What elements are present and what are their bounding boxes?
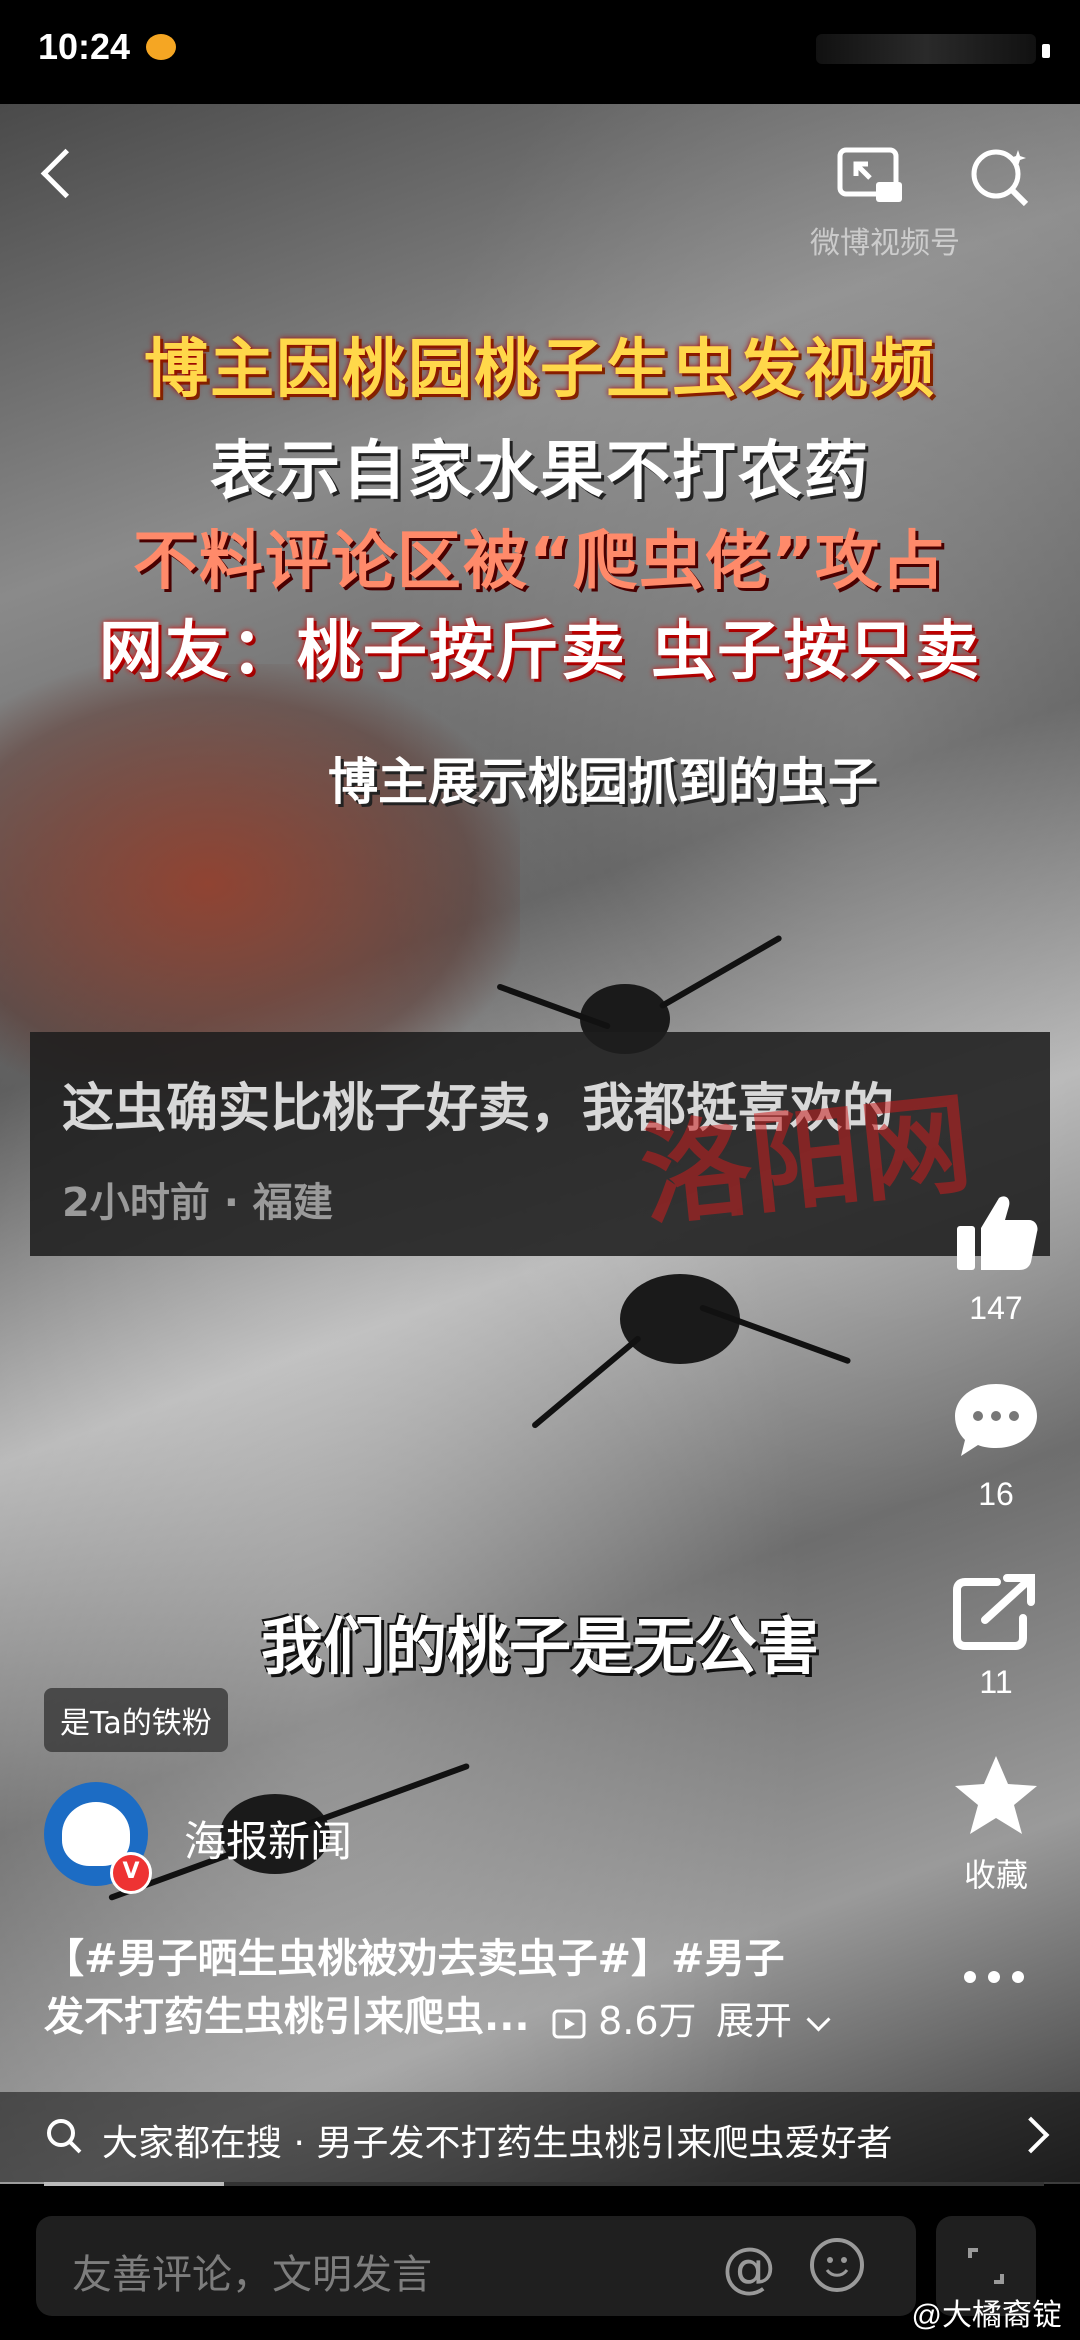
favorite-button[interactable]: 收藏 (946, 1752, 1046, 1896)
chevron-down-icon (806, 2007, 831, 2032)
verified-badge: V (110, 1852, 152, 1894)
status-indicators (816, 34, 1036, 64)
search-icon (971, 149, 1029, 207)
expand-button[interactable]: 展开 (716, 1990, 831, 2045)
more-dot-icon (964, 1971, 976, 1983)
weibo-credit: @大橘裔锭 (911, 2299, 1062, 2332)
back-button[interactable] (34, 146, 90, 202)
comment-placeholder: 友善评论，文明发言 (72, 2252, 432, 2298)
video-subtitle: 我们的桃子是无公害 (260, 1610, 819, 1683)
mention-icon[interactable]: @ (722, 2236, 776, 2299)
headline-line-2: 表示自家水果不打农药 (210, 435, 870, 509)
search-button[interactable] (964, 142, 1034, 212)
status-bar: 10:24 (0, 0, 1080, 104)
more-dot-icon (988, 1971, 1000, 1983)
share-count: 11 (979, 1664, 1013, 1700)
video-watermark: 微博视频号 (810, 227, 960, 260)
comment-meta: 2小时前 · 福建 (62, 1180, 333, 1226)
comment-input[interactable]: 友善评论，文明发言 @ (36, 2216, 916, 2316)
search-icon (47, 2119, 82, 2154)
like-button[interactable]: 147 (946, 1188, 1046, 1327)
view-count: 8.6万 (552, 1990, 697, 2045)
share-button[interactable]: 11 (946, 1572, 1046, 1701)
play-count-icon (552, 2009, 586, 2038)
screen-cast-icon (837, 147, 902, 202)
headline-line-3: 不料评论区被“爬虫佬”攻占 (132, 525, 948, 599)
status-time: 10:24 (38, 26, 131, 67)
comment-icon (955, 1384, 1037, 1456)
more-options-button[interactable] (958, 1968, 1038, 2008)
expand-label: 展开 (716, 1999, 793, 2043)
battery-icon (1042, 44, 1050, 58)
trending-search-text: 大家都在搜 · 男子发不打药生虫桃引来爬虫爱好者 (102, 2123, 893, 2164)
favorite-label: 收藏 (963, 1856, 1028, 1894)
weibo-notification-icon (146, 34, 176, 60)
headline-line-1: 博主因桃园桃子生虫发视频 (144, 333, 936, 407)
share-icon (953, 1574, 1035, 1650)
screen-cast-button[interactable] (836, 146, 906, 206)
chevron-right-icon (1012, 2116, 1050, 2154)
comment-button[interactable]: 16 (946, 1378, 1046, 1513)
comment-count: 16 (978, 1476, 1014, 1512)
caption-line-1: 【#男子晒生虫桃被劝去卖虫子#】#男子 (44, 1936, 785, 1982)
thumbs-up-icon (957, 1196, 1038, 1270)
insect-graphic (620, 1274, 740, 1364)
video-caption-top: 博主展示桃园抓到的虫子 (328, 753, 878, 811)
more-dot-icon (1012, 1971, 1024, 1983)
trending-search-bar[interactable]: 大家都在搜 · 男子发不打药生虫桃引来爬虫爱好者 (0, 2092, 1080, 2182)
emoji-icon[interactable] (810, 2238, 864, 2292)
author-name[interactable]: 海报新闻 (184, 1808, 352, 1869)
star-icon (955, 1756, 1037, 1834)
video-player[interactable]: 微博视频号 博主因桃园桃子生虫发视频 表示自家水果不打农药 不料评论区被“爬虫佬… (0, 104, 1080, 2184)
fan-badge: 是Ta的铁粉 (44, 1688, 228, 1752)
headline-line-4: 网友：桃子按斤卖 虫子按只卖 (98, 615, 982, 689)
view-count-value: 8.6万 (598, 1999, 697, 2043)
like-count: 147 (969, 1290, 1023, 1326)
